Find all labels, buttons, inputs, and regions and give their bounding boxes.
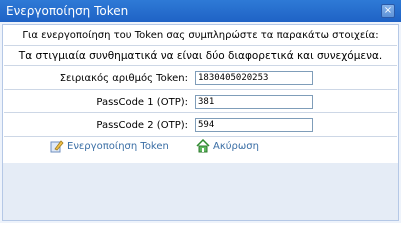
note-text: Τα στιγμιαία συνθηματικά να είναι δύο δι… xyxy=(4,47,397,66)
activate-token-label: Ενεργοποίηση Token xyxy=(67,140,169,152)
dialog-titlebar: Ενεργοποίηση Token × xyxy=(0,0,401,22)
dialog-footer-band xyxy=(2,163,399,221)
serial-number-label: Σειριακός αριθμός Token: xyxy=(59,73,188,84)
passcode2-label: PassCode 2 (OTP): xyxy=(96,120,188,131)
dialog-title: Ενεργοποίηση Token xyxy=(6,4,129,18)
close-button[interactable]: × xyxy=(381,4,395,18)
serial-number-input[interactable]: 1830405020253 xyxy=(195,71,313,85)
close-icon: × xyxy=(383,5,393,16)
cancel-button[interactable]: Ακύρωση xyxy=(196,138,259,153)
divider xyxy=(4,112,397,113)
instruction-text: Για ενεργοποίηση του Token σας συμπληρώσ… xyxy=(4,27,397,46)
edit-pencil-icon xyxy=(50,139,64,153)
passcode2-input[interactable]: 594 xyxy=(195,118,313,132)
passcode1-input[interactable]: 381 xyxy=(195,95,313,109)
activate-token-button[interactable]: Ενεργοποίηση Token xyxy=(50,139,169,153)
divider xyxy=(4,89,397,90)
cancel-label: Ακύρωση xyxy=(213,140,259,152)
home-icon xyxy=(196,138,210,153)
divider xyxy=(4,136,397,137)
passcode1-label: PassCode 1 (OTP): xyxy=(96,97,188,108)
token-activation-dialog: Ενεργοποίηση Token × Για ενεργοποίηση το… xyxy=(0,0,401,223)
